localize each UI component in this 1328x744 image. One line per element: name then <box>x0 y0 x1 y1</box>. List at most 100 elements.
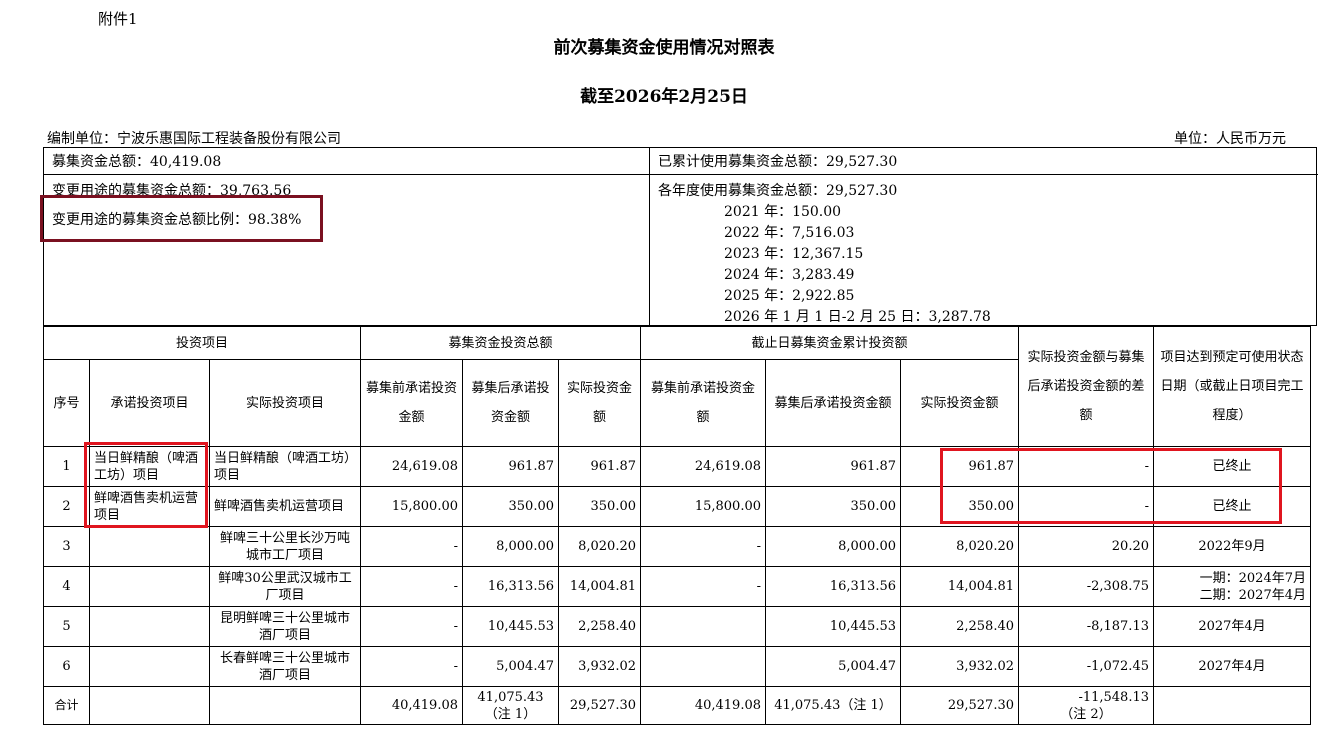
attachment-label: 附件1 <box>98 10 138 28</box>
header-promised-project: 承诺投资项目 <box>89 359 210 447</box>
row-seq: 3 <box>43 526 90 567</box>
row-diff: 20.20 <box>1018 526 1154 567</box>
row-pre: - <box>360 526 463 567</box>
row-actual: 8,020.20 <box>558 526 641 567</box>
row-post: 5,004.47 <box>462 646 559 687</box>
total-empty-3 <box>1153 686 1311 725</box>
total-post-cum: 41,075.43（注 1） <box>765 686 901 725</box>
row-post: 10,445.53 <box>462 606 559 647</box>
header-actual-project: 实际投资项目 <box>209 359 361 447</box>
yearly-2023: 2023 年：12,367.15 <box>724 246 864 262</box>
row-actual-cum: 3,932.02 <box>900 646 1019 687</box>
total-empty-2 <box>209 686 361 725</box>
row-pre-cum: 15,800.00 <box>640 486 766 527</box>
total-post-note: （注 1） <box>484 706 537 722</box>
row-post-cum: 10,445.53 <box>765 606 901 647</box>
row-actual: 14,004.81 <box>558 566 641 607</box>
table-row: 6 长春鲜啤三十公里城市酒厂项目 - 5,004.47 3,932.02 5,0… <box>43 646 1311 687</box>
row-pre-cum <box>640 646 766 687</box>
row-pre-cum: - <box>640 526 766 567</box>
total-actual-cum: 29,527.30 <box>900 686 1019 725</box>
row-pre: 24,619.08 <box>360 446 463 487</box>
total-actual: 29,527.30 <box>558 686 641 725</box>
promised-project-highlight-box <box>84 442 208 528</box>
row-actual: 961.87 <box>558 446 641 487</box>
row-pre: 15,800.00 <box>360 486 463 527</box>
row-seq: 6 <box>43 646 90 687</box>
row-post: 16,313.56 <box>462 566 559 607</box>
row-actual-cum: 2,258.40 <box>900 606 1019 647</box>
row-post: 8,000.00 <box>462 526 559 567</box>
row-actual-project: 鲜啤酒售卖机运营项目 <box>209 486 361 527</box>
row-promised-project <box>89 526 210 567</box>
header-post-promised-cum: 募集后承诺投资金额 <box>765 359 901 447</box>
row-date: 2027年4月 <box>1153 646 1311 687</box>
row-actual-cum: 8,020.20 <box>900 526 1019 567</box>
header-actual-amount: 实际投资金额 <box>558 359 641 447</box>
row-promised-project <box>89 606 210 647</box>
row-date: 2027年4月 <box>1153 606 1311 647</box>
total-post: 41,075.43 （注 1） <box>462 686 559 725</box>
header-difference: 实际投资金额与募集后承诺投资金额的差额 <box>1018 326 1154 447</box>
header-actual-amount-cum: 实际投资金额 <box>900 359 1019 447</box>
row-actual: 3,932.02 <box>558 646 641 687</box>
header-pre-promised-cum: 募集前承诺投资金额 <box>640 359 766 447</box>
header-row-1: 投资项目 募集资金投资总额 截止日募集资金累计投资额 实际投资金额与募集后承诺投… <box>43 326 1311 447</box>
row-actual: 2,258.40 <box>558 606 641 647</box>
total-row: 合计 40,419.08 41,075.43 （注 1） 29,527.30 40… <box>43 686 1311 725</box>
row-pre-cum: 24,619.08 <box>640 446 766 487</box>
row-pre-cum <box>640 606 766 647</box>
row-post-cum: 5,004.47 <box>765 646 901 687</box>
ratio-highlight-box <box>40 195 323 242</box>
page-subtitle: 截至2026年2月25日 <box>580 87 748 107</box>
table-row: 3 鲜啤三十公里长沙万吨城市工厂项目 - 8,000.00 8,020.20 -… <box>43 526 1311 567</box>
row-promised-project <box>89 566 210 607</box>
page-title: 前次募集资金使用情况对照表 <box>553 38 775 58</box>
row-seq: 1 <box>43 446 90 487</box>
header-cumulative-investment: 截止日募集资金累计投资额 <box>640 326 1019 360</box>
row-diff: -2,308.75 <box>1018 566 1154 607</box>
row-pre-cum: - <box>640 566 766 607</box>
row-date-phase-1: 一期：2024年7月 <box>1199 570 1306 586</box>
row-actual-cum: 14,004.81 <box>900 566 1019 607</box>
total-raised: 募集资金总额：40,419.08 <box>52 154 222 170</box>
total-pre: 40,419.08 <box>360 686 463 725</box>
yearly-2021: 2021 年：150.00 <box>724 204 842 220</box>
total-pre-cum: 40,419.08 <box>640 686 766 725</box>
row-seq: 2 <box>43 486 90 527</box>
usage-table: 投资项目 募集资金投资总额 截止日募集资金累计投资额 实际投资金额与募集后承诺投… <box>43 326 1311 725</box>
table-row: 5 昆明鲜啤三十公里城市酒厂项目 - 10,445.53 2,258.40 10… <box>43 606 1311 647</box>
row-post: 350.00 <box>462 486 559 527</box>
row-post-cum: 8,000.00 <box>765 526 901 567</box>
row-diff: -1,072.45 <box>1018 646 1154 687</box>
row-actual-project: 昆明鲜啤三十公里城市酒厂项目 <box>209 606 361 647</box>
table-row: 4 鲜啤30公里武汉城市工厂项目 - 16,313.56 14,004.81 -… <box>43 566 1311 607</box>
header-seq: 序号 <box>43 359 90 447</box>
row-promised-project <box>89 646 210 687</box>
terminated-highlight-box <box>940 448 1282 524</box>
row-post: 961.87 <box>462 446 559 487</box>
header-post-promised: 募集后承诺投资金额 <box>462 359 559 447</box>
cumulative-used: 已累计使用募集资金总额：29,527.30 <box>658 154 898 170</box>
summary-row-divider <box>44 174 1318 175</box>
header-total-investment: 募集资金投资总额 <box>360 326 641 360</box>
total-empty-1 <box>89 686 210 725</box>
header-ready-date: 项目达到预定可使用状态日期（或截止日项目完工程度） <box>1153 326 1311 447</box>
total-diff-note: （注 2） <box>1060 706 1112 722</box>
row-pre: - <box>360 606 463 647</box>
yearly-2024: 2024 年：3,283.49 <box>724 267 855 283</box>
total-diff: -11,548.13 （注 2） <box>1018 686 1154 725</box>
row-date: 2022年9月 <box>1153 526 1311 567</box>
row-actual-project: 当日鲜精酿（啤酒工坊）项目 <box>209 446 361 487</box>
compiler-unit: 编制单位：宁波乐惠国际工程装备股份有限公司 <box>47 131 341 147</box>
yearly-header: 各年度使用募集资金总额：29,527.30 <box>658 183 898 199</box>
row-post-cum: 16,313.56 <box>765 566 901 607</box>
row-post-cum: 350.00 <box>765 486 901 527</box>
row-date: 一期：2024年7月 二期：2027年4月 <box>1153 566 1311 607</box>
yearly-2026: 2026 年 1 月 1 日-2 月 25 日：3,287.78 <box>724 309 991 325</box>
header-investment-project: 投资项目 <box>43 326 361 360</box>
row-pre: - <box>360 646 463 687</box>
row-actual: 350.00 <box>558 486 641 527</box>
row-post-cum: 961.87 <box>765 446 901 487</box>
row-seq: 5 <box>43 606 90 647</box>
